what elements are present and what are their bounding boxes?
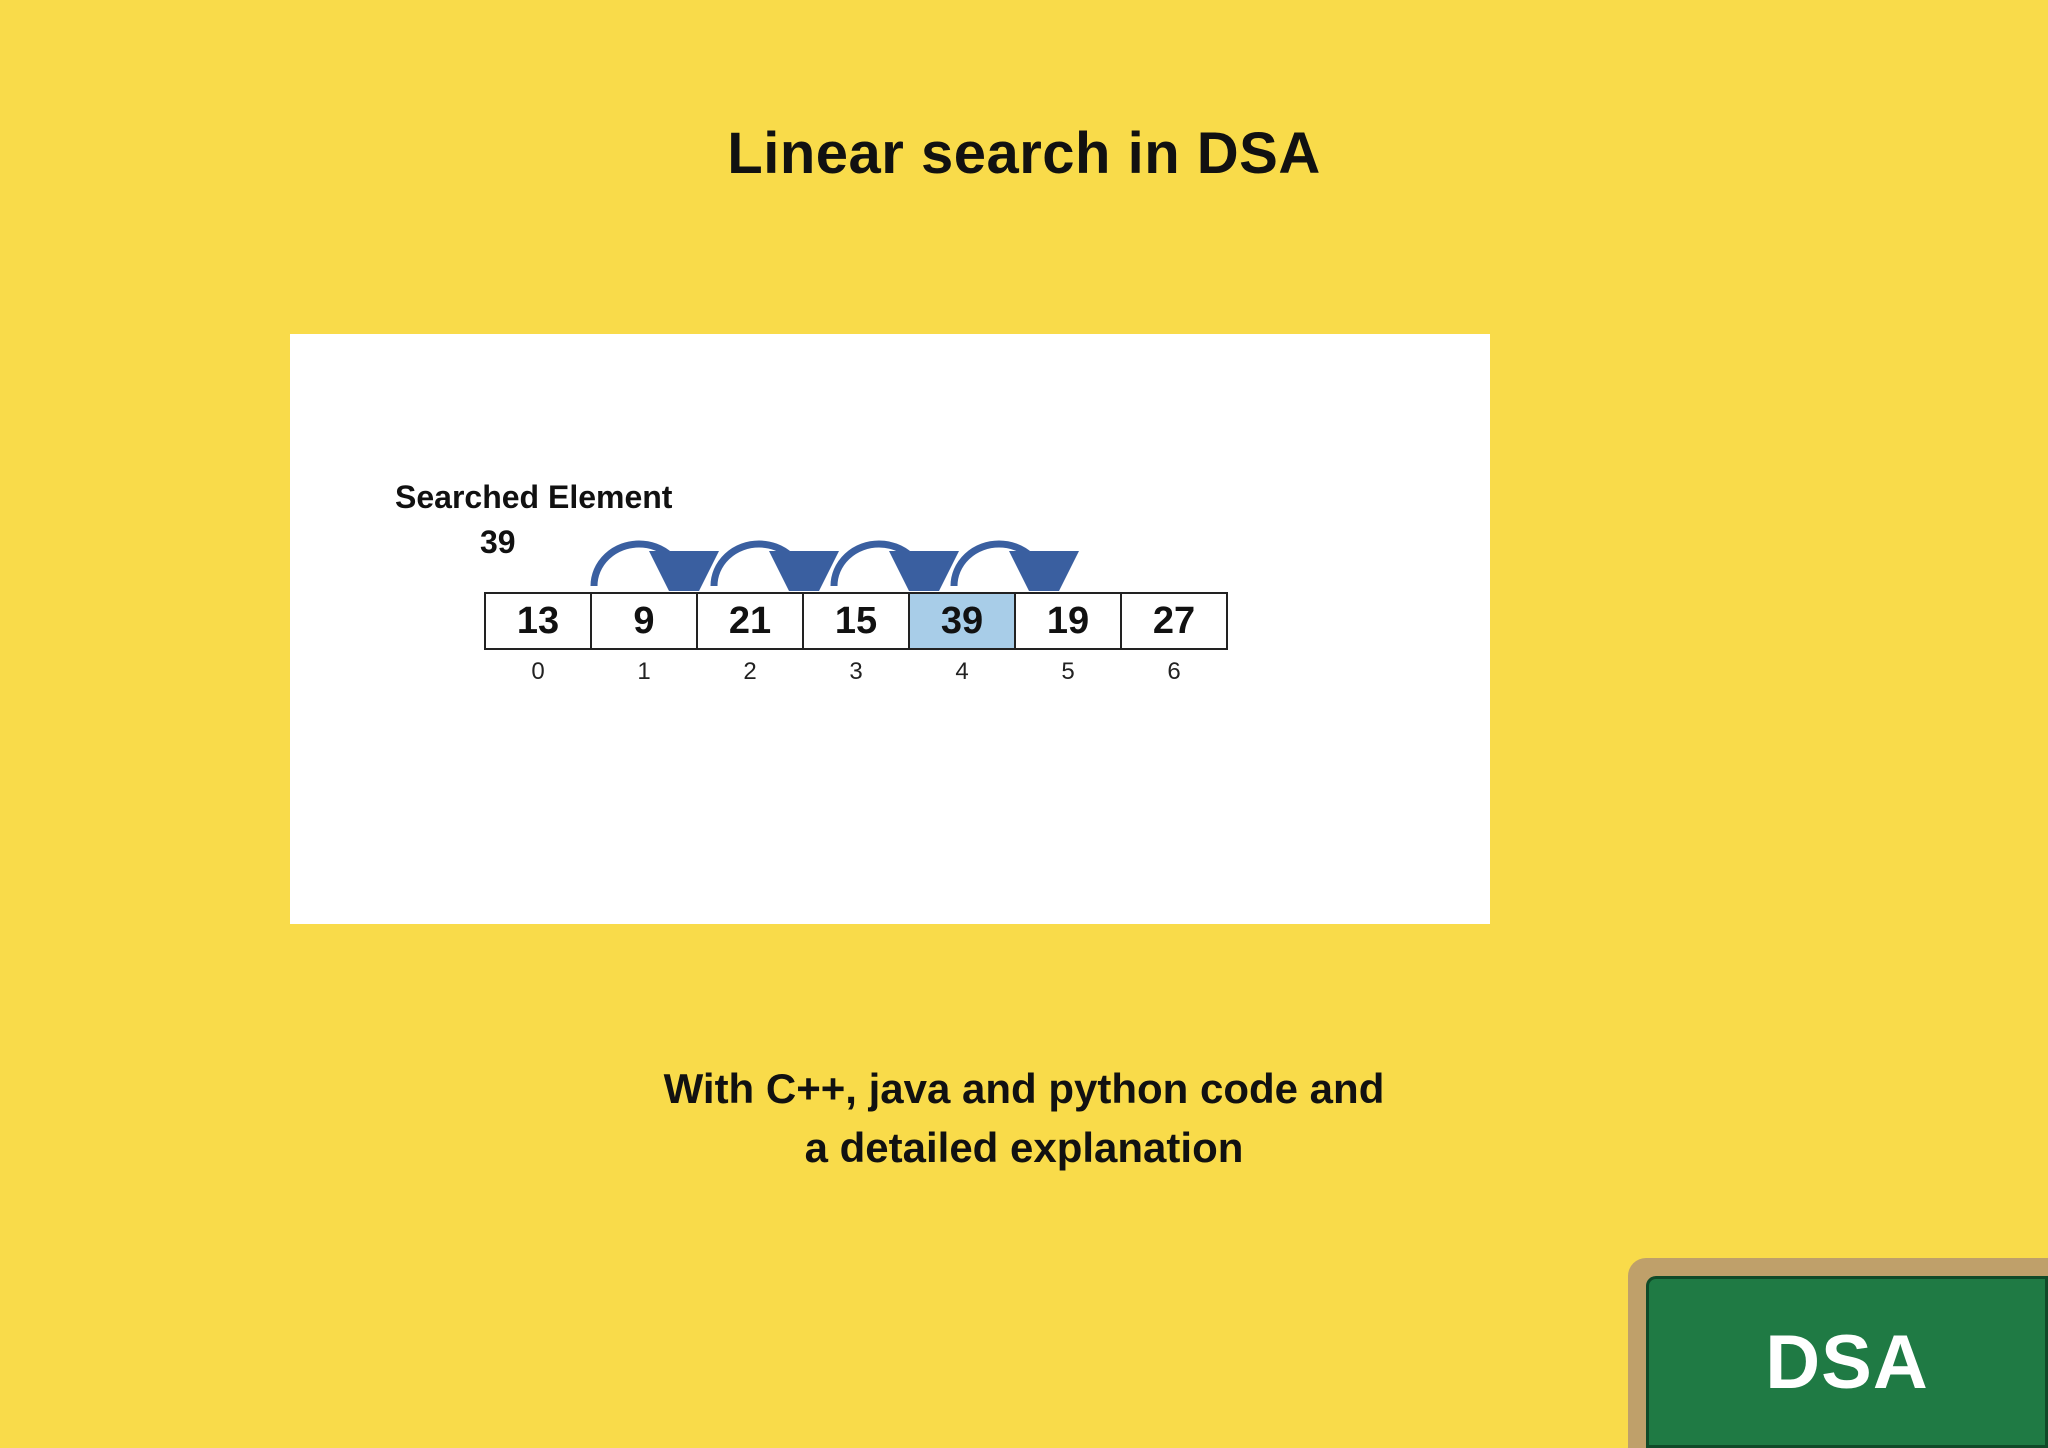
array-cell: 21 xyxy=(696,592,804,650)
index-label: 4 xyxy=(908,658,1016,686)
page-title: Linear search in DSA xyxy=(0,120,2048,187)
array-cell: 9 xyxy=(590,592,698,650)
hop-arrows xyxy=(574,526,1094,591)
subtitle: With C++, java and python code and a det… xyxy=(0,1060,2048,1178)
array-cell: 15 xyxy=(802,592,910,650)
array-cell: 27 xyxy=(1120,592,1228,650)
searched-element-value: 39 xyxy=(480,524,516,561)
subtitle-line-2: a detailed explanation xyxy=(805,1124,1244,1171)
badge-frame: DSA xyxy=(1628,1258,2048,1448)
index-label: 1 xyxy=(590,658,698,686)
index-label: 6 xyxy=(1120,658,1228,686)
array-cell: 13 xyxy=(484,592,592,650)
array-cell: 19 xyxy=(1014,592,1122,650)
diagram-panel: Searched Element 39 13 9 21 15 39 19 27 … xyxy=(290,334,1490,924)
badge-text: DSA xyxy=(1765,1319,1928,1406)
badge-inner: DSA xyxy=(1646,1276,2048,1448)
index-label: 3 xyxy=(802,658,910,686)
index-label: 0 xyxy=(484,658,592,686)
array-row: 13 9 21 15 39 19 27 xyxy=(484,592,1228,650)
array-cell-highlight: 39 xyxy=(908,592,1016,650)
index-row: 0 1 2 3 4 5 6 xyxy=(484,658,1228,686)
index-label: 2 xyxy=(696,658,804,686)
searched-element-label: Searched Element xyxy=(395,479,672,516)
subtitle-line-1: With C++, java and python code and xyxy=(664,1065,1385,1112)
index-label: 5 xyxy=(1014,658,1122,686)
